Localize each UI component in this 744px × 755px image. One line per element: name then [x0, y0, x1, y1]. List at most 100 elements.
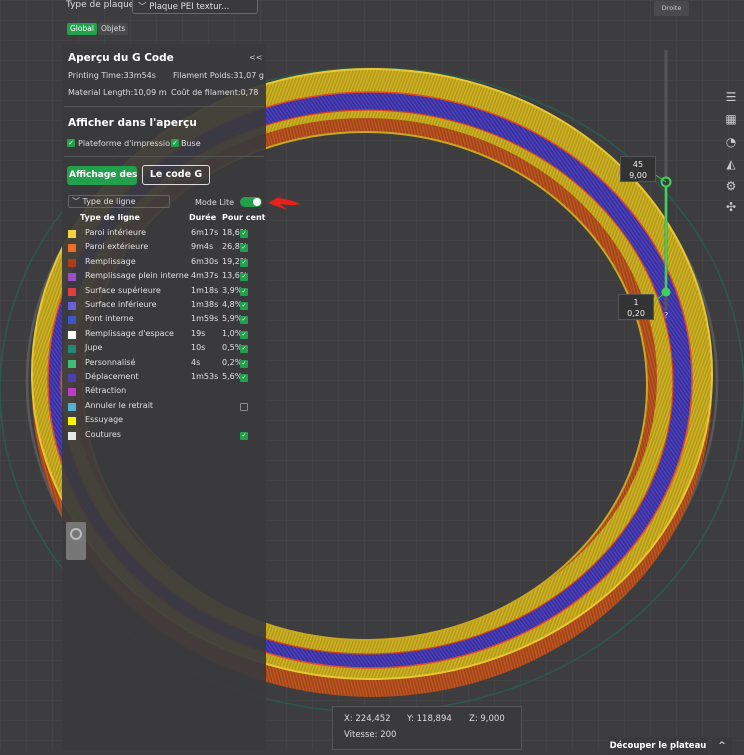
line-type-duration: 9m4s [191, 242, 214, 252]
visibility-checkbox[interactable]: ✓ [240, 431, 248, 440]
gcode-button[interactable]: Le code G [142, 165, 210, 185]
speedometer-icon[interactable]: ◔ [723, 134, 739, 150]
color-swatch [68, 374, 76, 382]
slice-options-button[interactable]: ^ [712, 737, 732, 755]
line-type-name: Rétraction [85, 386, 127, 396]
legend-row[interactable]: Déplacement 1m53s 5,6% ✓ [68, 372, 258, 385]
visibility-checkbox[interactable]: ✓ [240, 244, 248, 253]
tab-objets[interactable]: Objets [98, 23, 129, 35]
line-type-name: Déplacement [85, 372, 139, 381]
filament-cost: Coût de filament:0,78 [171, 88, 259, 97]
line-type-duration: 6m30s [191, 256, 219, 266]
filament-weight: Filament Poids:31,07 g [173, 71, 264, 80]
header-percent: Pour cent [222, 213, 266, 222]
legend-row[interactable]: Jupe 10s 0,5% ✓ [68, 343, 258, 356]
legend-row[interactable]: Essuyage [68, 415, 258, 428]
color-swatch [68, 330, 76, 339]
legend-row[interactable]: Surface inférieure 1m38s 4,8% ✓ [68, 300, 258, 313]
visibility-checkbox[interactable]: ✓ [240, 374, 248, 382]
line-type-duration: 1m53s [191, 372, 219, 381]
color-swatch [68, 359, 76, 368]
color-swatch [68, 345, 76, 354]
grid-icon[interactable]: ✣ [723, 199, 739, 215]
color-swatch [68, 316, 76, 325]
nozzle-checkbox[interactable]: ✓ [171, 139, 179, 147]
color-swatch [68, 287, 76, 296]
visibility-checkbox[interactable]: ✓ [240, 330, 248, 339]
line-type-duration: 6m17s [191, 228, 219, 237]
header-line-type: Type de ligne [80, 213, 140, 222]
line-type-name: Paroi extérieure [85, 242, 149, 252]
visibility-checkbox[interactable]: ✓ [240, 359, 248, 368]
bottom-layer-number: 1 [633, 298, 639, 307]
legend-row[interactable]: Paroi intérieure 6m17s 18,6% ✓ [68, 228, 258, 241]
plate-type-label: Type de plaque [66, 0, 135, 10]
top-layer-number: 45 [632, 160, 644, 169]
plate-option-label: Plateforme d'impressio [78, 139, 170, 148]
legend-row[interactable]: Rétraction [68, 386, 258, 399]
legend-row[interactable]: Remplissage d'espace 19s 1,0% ✓ [68, 329, 258, 342]
line-type-name: Annuler le retrait [85, 400, 154, 410]
line-type-duration: 4s [191, 357, 201, 367]
view-right-button[interactable]: Droite [654, 1, 689, 16]
help-icon[interactable]: ? [664, 311, 668, 320]
color-swatch [68, 244, 76, 253]
layers-icon[interactable]: ☰ [723, 89, 739, 105]
coord-y: Y: 118,894 [407, 714, 452, 724]
line-type-name: Surface inférieure [85, 300, 157, 309]
chevron-down-icon: ﹀ [138, 2, 147, 12]
support-icon[interactable]: ◭ [723, 156, 739, 172]
legend-row[interactable]: Pont interne 1m59s 5,9% ✓ [68, 314, 258, 327]
legend-row[interactable]: Personnalisé 4s 0,2% ✓ [68, 358, 258, 371]
slice-plate-button[interactable]: Découper le plateau [608, 737, 708, 755]
preview-display-title: Afficher dans l'aperçu [68, 117, 197, 129]
line-type-duration: 1m38s [191, 300, 219, 309]
coord-x: X: 224,452 [344, 714, 391, 724]
visibility-checkbox[interactable] [240, 402, 248, 411]
visibility-checkbox[interactable]: ✓ [240, 345, 248, 354]
line-type-duration: 1m18s [191, 285, 219, 295]
divider [64, 156, 264, 157]
mode-lite-label: Mode Lite [195, 198, 235, 207]
header-duration: Durée [189, 213, 217, 222]
display-button[interactable]: Affichage des [67, 166, 137, 185]
visibility-checkbox[interactable]: ✓ [240, 316, 248, 325]
color-swatch [68, 258, 76, 267]
legend-row[interactable]: Remplissage plein interne 4m37s 13,6% ✓ [68, 271, 258, 284]
line-type-name: Remplissage d'espace [85, 328, 174, 338]
plate-checkbox[interactable]: ✓ [67, 139, 75, 147]
color-swatch [68, 388, 76, 397]
mode-lite-toggle[interactable] [240, 197, 262, 207]
visibility-checkbox[interactable]: ✓ [240, 302, 248, 310]
line-type-select-value: Type de ligne [82, 197, 136, 206]
line-type-duration: 4m37s [191, 271, 219, 281]
line-type-name: Remplissage plein interne [85, 271, 189, 281]
visibility-checkbox[interactable]: ✓ [240, 273, 248, 282]
legend-row[interactable]: Remplissage 6m30s 19,2% ✓ [68, 257, 258, 270]
line-type-name: Coutures [85, 429, 121, 439]
color-swatch [68, 417, 76, 426]
legend-row[interactable]: Annuler le retrait [68, 401, 258, 414]
line-type-select[interactable]: ﹀ Type de ligne [68, 195, 170, 208]
color-swatch [68, 230, 76, 238]
line-type-name: Personnalisé [85, 357, 136, 367]
line-type-name: Essuyage [85, 415, 124, 425]
collapse-icon[interactable]: << [249, 53, 262, 62]
line-type-name: Paroi intérieure [85, 228, 147, 237]
color-swatch [68, 273, 76, 282]
visibility-checkbox[interactable]: ✓ [240, 287, 248, 296]
legend-row[interactable]: Coutures ✓ [68, 430, 258, 443]
line-type-duration: 19s [191, 328, 206, 338]
visibility-checkbox[interactable]: ✓ [240, 258, 248, 267]
plate-type-select[interactable]: ﹀ Plaque PEI textur... [132, 0, 258, 14]
visibility-checkbox[interactable]: ✓ [240, 230, 248, 238]
speed: Vitesse: 200 [344, 730, 397, 740]
line-type-name: Remplissage [85, 256, 136, 266]
line-type-name: Surface supérieure [85, 285, 161, 295]
legend-row[interactable]: Surface supérieure 1m18s 3,9% ✓ [68, 286, 258, 299]
settings-icon[interactable]: ⚙ [723, 178, 739, 194]
material-length: Material Length:10,09 m [68, 88, 167, 97]
arrange-icon[interactable]: ▦ [723, 111, 739, 127]
legend-row[interactable]: Paroi extérieure 9m4s 26,8% ✓ [68, 242, 258, 255]
tab-global[interactable]: Global [67, 23, 97, 35]
